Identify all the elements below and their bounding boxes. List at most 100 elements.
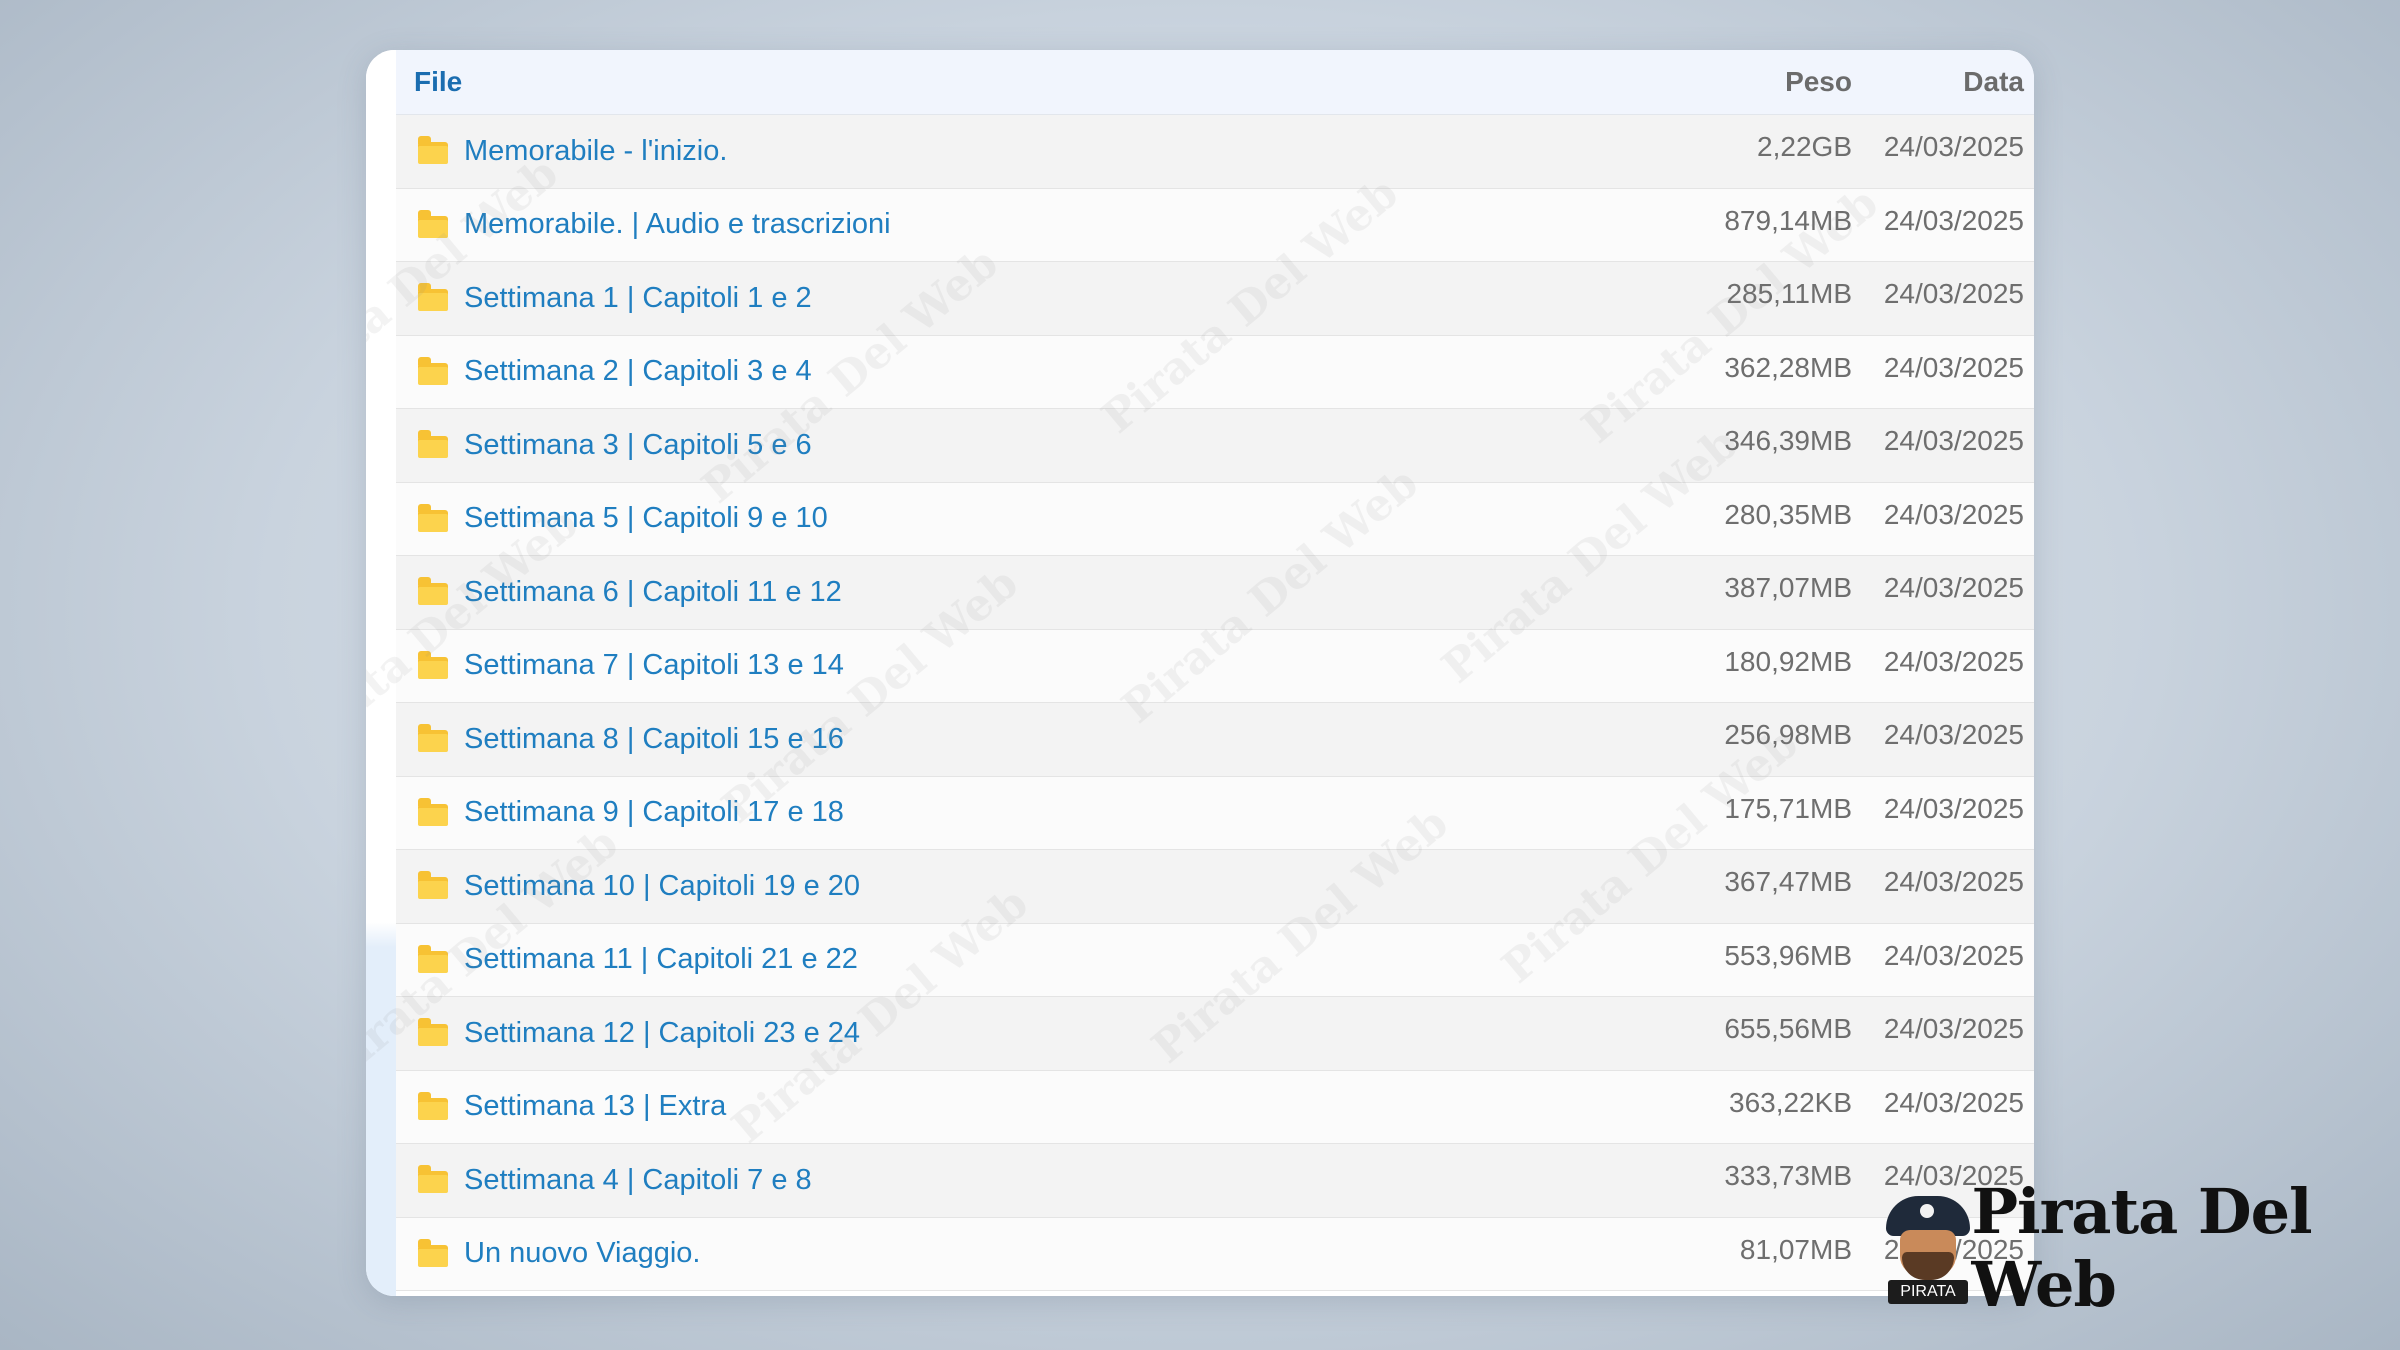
folder-icon: [418, 871, 448, 900]
file-name-cell[interactable]: Settimana 1 | Capitoli 1 e 2: [396, 282, 1652, 315]
folder-icon: [418, 430, 448, 459]
table-row[interactable]: Settimana 12 | Capitoli 23 e 24 655,56MB 2…: [396, 997, 2034, 1071]
table-row[interactable]: Settimana 13 | Extra 363,22KB 24/03/2025: [396, 1070, 2034, 1144]
folder-icon: [418, 283, 448, 312]
table-row[interactable]: Settimana 10 | Capitoli 19 e 20 367,47MB 2…: [396, 850, 2034, 924]
header-data[interactable]: Data: [1852, 66, 2034, 98]
file-name-cell[interactable]: Settimana 4 | Capitoli 7 e 8: [396, 1164, 1652, 1197]
left-strip: [366, 50, 396, 1296]
file-size: 2,22GB: [1757, 131, 1852, 163]
file-name-cell[interactable]: Settimana 12 | Capitoli 23 e 24: [396, 1017, 1652, 1050]
table-row[interactable]: Settimana 3 | Capitoli 5 e 6 346,39MB 24/0…: [396, 409, 2034, 483]
folder-link[interactable]: Settimana 10 | Capitoli 19 e 20: [464, 870, 860, 903]
file-date: 24/03/2025: [1883, 1013, 2024, 1045]
file-name-cell[interactable]: Settimana 5 | Capitoli 9 e 10: [396, 502, 1652, 535]
file-name-cell[interactable]: Settimana 13 | Extra: [396, 1090, 1652, 1123]
folder-link[interactable]: Memorabile. | Audio e trascrizioni: [464, 208, 891, 241]
table-row[interactable]: Settimana 4 | Capitoli 7 e 8 333,73MB 24/0…: [396, 1144, 2034, 1218]
file-date: 24/03/2025: [1883, 866, 2024, 898]
file-size: 256,98MB: [1724, 719, 1852, 751]
table-row[interactable]: Settimana 1 | Capitoli 1 e 2 285,11MB 24/0…: [396, 262, 2034, 336]
file-size: 655,56MB: [1724, 1013, 1852, 1045]
file-date: 24/03/2025: [1883, 204, 2024, 236]
file-name-cell[interactable]: Settimana 3 | Capitoli 5 e 6: [396, 429, 1652, 462]
file-date: 24/03/2025: [1883, 1086, 2024, 1118]
file-size: 367,47MB: [1724, 866, 1852, 898]
table-row[interactable]: Settimana 11 | Capitoli 21 e 22 553,96MB 2…: [396, 923, 2034, 997]
folder-icon: [418, 1165, 448, 1194]
file-size: 363,22KB: [1729, 1086, 1852, 1118]
folder-icon: [418, 797, 448, 826]
file-date: 24/03/2025: [1883, 792, 2024, 824]
file-name-cell[interactable]: Memorabile - l'inizio.: [396, 135, 1652, 168]
folder-icon: [418, 650, 448, 679]
folder-icon: [418, 944, 448, 973]
file-size: 285,11MB: [1726, 278, 1852, 310]
pirate-badge: PIRATA: [1888, 1280, 1968, 1304]
folder-link[interactable]: Settimana 12 | Capitoli 23 e 24: [464, 1017, 860, 1050]
file-date: 24/03/2025: [1883, 719, 2024, 751]
folder-icon: [418, 209, 448, 238]
folder-icon: [418, 1018, 448, 1047]
file-name-cell[interactable]: Settimana 11 | Capitoli 21 e 22: [396, 943, 1652, 976]
header-file[interactable]: File: [396, 66, 1652, 98]
folder-icon: [418, 136, 448, 165]
folder-link[interactable]: Un nuovo Viaggio.: [464, 1237, 700, 1270]
file-date: 24/03/2025: [1883, 131, 2024, 163]
table-row[interactable]: Un nuovo Viaggio.81,07MB24/03/2025: [396, 1217, 2034, 1291]
file-size: 280,35MB: [1724, 498, 1852, 530]
folder-link[interactable]: Settimana 5 | Capitoli 9 e 10: [464, 502, 828, 535]
file-name-cell[interactable]: Un nuovo Viaggio.: [396, 1237, 1652, 1270]
header-peso[interactable]: Peso: [1652, 66, 1852, 98]
table-row[interactable]: Settimana 8 | Capitoli 15 e 16 256,98MB 24…: [396, 703, 2034, 777]
file-name-cell[interactable]: Settimana 7 | Capitoli 13 e 14: [396, 649, 1652, 682]
file-size: 81,07MB: [1739, 1233, 1852, 1265]
file-name-cell[interactable]: Memorabile. | Audio e trascrizioni: [396, 208, 1652, 241]
folder-icon: [418, 577, 448, 606]
folder-link[interactable]: Settimana 8 | Capitoli 15 e 16: [464, 723, 844, 756]
folder-link[interactable]: Settimana 4 | Capitoli 7 e 8: [464, 1164, 812, 1197]
pirate-mascot-icon: PIRATA: [1880, 1190, 1970, 1306]
table-row[interactable]: Settimana 9 | Capitoli 17 e 18 175,71MB 24…: [396, 776, 2034, 850]
file-date: 24/03/2025: [1883, 572, 2024, 604]
file-table: File Peso Data Memorabile - l'inizio. 2,2…: [396, 50, 2034, 1291]
brand-logo: PIRATA Pirata Del Web: [1880, 1175, 2400, 1321]
file-name-cell[interactable]: Settimana 6 | Capitoli 11 e 12: [396, 576, 1652, 609]
folder-link[interactable]: Memorabile - l'inizio.: [464, 135, 727, 168]
file-name-cell[interactable]: Settimana 8 | Capitoli 15 e 16: [396, 723, 1652, 756]
file-list-card: File Peso Data Memorabile - l'inizio. 2,2…: [366, 50, 2034, 1296]
folder-icon: [418, 1091, 448, 1120]
file-date: 24/03/2025: [1883, 278, 2024, 310]
file-size: 180,92MB: [1724, 645, 1852, 677]
table-row[interactable]: Settimana 7 | Capitoli 13 e 14 180,92MB 24…: [396, 629, 2034, 703]
folder-link[interactable]: Settimana 9 | Capitoli 17 e 18: [464, 796, 844, 829]
file-date: 24/03/2025: [1883, 498, 2024, 530]
folder-link[interactable]: Settimana 1 | Capitoli 1 e 2: [464, 282, 812, 315]
folder-link[interactable]: Settimana 11 | Capitoli 21 e 22: [464, 943, 858, 976]
table-header: File Peso Data: [396, 50, 2034, 115]
file-date: 24/03/2025: [1883, 351, 2024, 383]
folder-link[interactable]: Settimana 3 | Capitoli 5 e 6: [464, 429, 812, 462]
file-size: 553,96MB: [1724, 939, 1852, 971]
folder-link[interactable]: Settimana 2 | Capitoli 3 e 4: [464, 355, 812, 388]
file-name-cell[interactable]: Settimana 2 | Capitoli 3 e 4: [396, 355, 1652, 388]
folder-icon: [418, 503, 448, 532]
folder-icon: [418, 356, 448, 385]
table-row[interactable]: Memorabile. | Audio e trascrizioni 879,14…: [396, 188, 2034, 262]
file-size: 333,73MB: [1724, 1160, 1852, 1192]
folder-link[interactable]: Settimana 7 | Capitoli 13 e 14: [464, 649, 844, 682]
file-size: 175,71MB: [1724, 792, 1852, 824]
table-row[interactable]: Memorabile - l'inizio. 2,22GB 24/03/2025: [396, 115, 2034, 189]
table-row[interactable]: Settimana 6 | Capitoli 11 e 12 387,07MB 24…: [396, 556, 2034, 630]
file-date: 24/03/2025: [1883, 939, 2024, 971]
folder-link[interactable]: Settimana 13 | Extra: [464, 1090, 726, 1123]
file-name-cell[interactable]: Settimana 10 | Capitoli 19 e 20: [396, 870, 1652, 903]
table-row[interactable]: Settimana 2 | Capitoli 3 e 4 362,28MB 24/0…: [396, 335, 2034, 409]
folder-link[interactable]: Settimana 6 | Capitoli 11 e 12: [464, 576, 842, 609]
file-size: 346,39MB: [1724, 425, 1852, 457]
file-size: 362,28MB: [1724, 351, 1852, 383]
file-name-cell[interactable]: Settimana 9 | Capitoli 17 e 18: [396, 796, 1652, 829]
table-row[interactable]: Settimana 5 | Capitoli 9 e 10 280,35MB 24/…: [396, 482, 2034, 556]
brand-name: Pirata Del Web: [1971, 1175, 2312, 1321]
file-size: 387,07MB: [1724, 572, 1852, 604]
